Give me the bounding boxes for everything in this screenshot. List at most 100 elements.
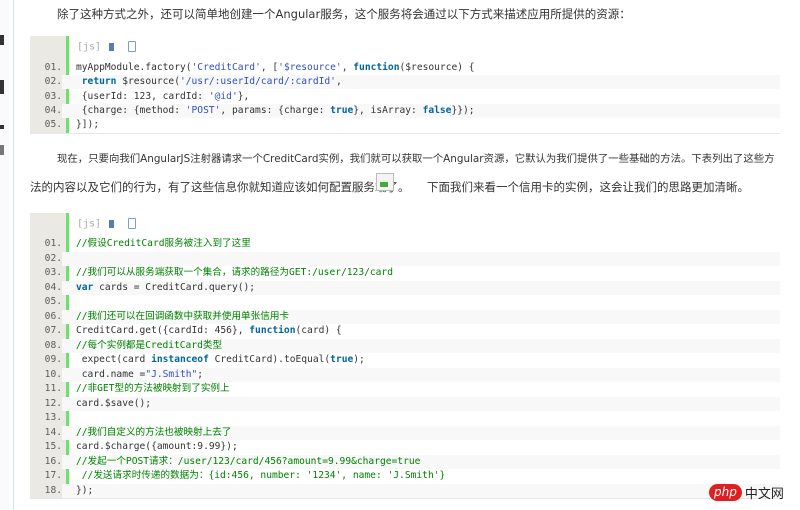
- code-text: card.$charge({amount:9.99});: [76, 440, 238, 454]
- line-number: 17.: [30, 469, 62, 483]
- code-token: },: [237, 90, 250, 102]
- code-text: }]);: [76, 118, 99, 132]
- code-line: 07. CreditCard.get({cardId: 456}, functio…: [30, 324, 780, 338]
- line-number: 13.: [30, 411, 62, 425]
- comment: //发送请求时传递的数据为：{id:456, number: '1234', n…: [76, 470, 446, 481]
- code-line: 14. //我们自定义的方法也被映射上去了: [30, 425, 780, 440]
- code-token: , params: {charge:: [220, 104, 331, 116]
- string: '$resource': [278, 62, 342, 73]
- code-text: {charge: {method: 'POST', params: {charg…: [76, 104, 475, 118]
- code-line: 05.}]);: [30, 118, 780, 133]
- line-number: 04.: [30, 280, 62, 295]
- line-number: 14.: [30, 425, 62, 440]
- comment: //非GET型的方法被映射到了实例上: [76, 383, 230, 394]
- broken-image-icon: [376, 173, 394, 191]
- comment: //我们自定义的方法也被映射上去了: [76, 426, 232, 438]
- code-line: 15. card.$charge({amount:9.99});: [30, 440, 780, 454]
- code-line: 09. expect(card instanceof CreditCard).t…: [30, 353, 780, 367]
- code-text: //每个实例都是CreditCard类型: [76, 339, 222, 353]
- line-number: 01.: [30, 61, 62, 75]
- line-number: 02.: [30, 75, 62, 90]
- code-text: //假设CreditCard服务被注入到了这里: [76, 237, 251, 251]
- copy-icon[interactable]: [128, 41, 137, 52]
- view-source-icon[interactable]: [109, 42, 115, 51]
- code-toolbar: [js]: [77, 41, 137, 53]
- comment: //假设CreditCard服务被注入到了这里: [76, 238, 251, 249]
- code-token: });: [76, 484, 94, 496]
- comment: //我们还可以在回调函数中获取并使用单张信用卡: [76, 310, 290, 322]
- paragraph-line-2a: 法的内容以及它们的行为，有了这些信息你就知道应该如何配置服务端了。: [30, 180, 410, 194]
- keyword: return: [81, 76, 117, 88]
- logo-php: php: [709, 484, 742, 501]
- line-number: 06.: [30, 309, 62, 324]
- code-text: expect(card instanceof CreditCard).toEqu…: [76, 353, 365, 367]
- comment: //发起一个POST请求：/user/123/card/456?amount=9…: [76, 455, 421, 467]
- code-line: 17. //发送请求时传递的数据为：{id:456, number: '1234…: [30, 469, 780, 483]
- code-line: 12. card.$save();: [30, 396, 780, 411]
- keyword: function: [353, 62, 400, 73]
- code-token: myAppModule.factory(: [76, 62, 192, 73]
- code-text: card.name ="J.Smith";: [76, 368, 203, 382]
- code-token: ($resource) {: [399, 62, 475, 73]
- code-token: }});: [451, 104, 475, 116]
- string: 'POST': [185, 104, 221, 116]
- code-text: //发起一个POST请求：/user/123/card/456?amount=9…: [76, 455, 420, 469]
- code-text: {userId: 123, cardId: '@id'},: [76, 90, 250, 104]
- line-number: 02.: [30, 251, 62, 266]
- code-line: 02. return $resource('/usr/:userId/card/…: [30, 75, 780, 90]
- paragraph-line-2b: 下面我们来看一个信用卡的实例，这会让我们的思路更加清晰。: [427, 180, 749, 194]
- line-number: 09.: [30, 353, 62, 367]
- code-token: CreditCard.get({cardId: 456},: [76, 325, 250, 336]
- copy-icon[interactable]: [128, 218, 137, 229]
- lang-label: [js]: [77, 41, 102, 53]
- comment: //每个实例都是CreditCard类型: [76, 339, 223, 351]
- code-token: );: [353, 354, 365, 365]
- keyword: function: [249, 325, 296, 336]
- left-window-edge: [0, 0, 9, 510]
- lang-label: [js]: [77, 218, 102, 230]
- keyword: var: [76, 281, 94, 293]
- code-line: 16. //发起一个POST请求：/user/123/card/456?amoun…: [30, 454, 780, 469]
- keyword: instanceof: [151, 354, 209, 365]
- line-number: 07.: [30, 324, 62, 338]
- string: "J.Smith": [145, 368, 198, 380]
- code-token: ,: [341, 62, 354, 73]
- code-token: }]);: [76, 119, 100, 131]
- string: '@id': [208, 90, 238, 102]
- view-source-icon[interactable]: [109, 219, 115, 228]
- code-token: cards = CreditCard.query();: [93, 281, 256, 293]
- code-token: ;: [197, 368, 204, 380]
- code-block-2: [js] 01. //假设CreditCard服务被注入到了这里 02. 03. //我…: [30, 213, 780, 499]
- code-line: 03. {userId: 123, cardId: '@id'},: [30, 89, 780, 104]
- code-line: 02.: [30, 251, 780, 266]
- code-token: CreditCard).toEqual(: [208, 354, 331, 365]
- keyword: true: [330, 104, 354, 116]
- string: '/usr/:userId/card/:cardId': [179, 76, 336, 88]
- code-text: CreditCard.get({cardId: 456}, function(c…: [76, 324, 342, 338]
- code-text: myAppModule.factory('CreditCard', ['$res…: [76, 61, 475, 75]
- line-number: 10.: [30, 367, 62, 382]
- comment: //我们可以从服务端获取一个集合，请求的路径为GET:/user/123/car…: [76, 267, 393, 278]
- code-text: var cards = CreditCard.query();: [76, 281, 255, 295]
- code-token: , [: [260, 62, 279, 73]
- logo-cn: 中文网: [744, 487, 784, 502]
- code-line: 01. myAppModule.factory('CreditCard', ['$…: [30, 61, 780, 75]
- line-number: 03.: [30, 89, 62, 104]
- code-token: ,: [335, 76, 342, 88]
- code-token: {userId: 123, cardId:: [81, 90, 209, 102]
- line-number: 03.: [30, 266, 62, 280]
- content-border: [13, 0, 14, 510]
- code-token: $resource(: [116, 76, 180, 88]
- code-token: {charge: {method:: [81, 104, 186, 116]
- code-line: 04. {charge: {method: 'POST', params: {c…: [30, 103, 780, 118]
- line-number: 01.: [30, 237, 62, 251]
- code-token: card.$charge({amount:9.99});: [76, 441, 238, 452]
- code-line: 05.: [30, 295, 780, 309]
- line-number: 05.: [30, 118, 62, 133]
- line-number: 15.: [30, 440, 62, 454]
- code-token: card.$save();: [76, 397, 152, 409]
- line-number: 11.: [30, 382, 62, 396]
- code-line: 01. //假设CreditCard服务被注入到了这里: [30, 237, 780, 251]
- code-line: 18.});: [30, 483, 780, 498]
- line-number: 04.: [30, 103, 62, 118]
